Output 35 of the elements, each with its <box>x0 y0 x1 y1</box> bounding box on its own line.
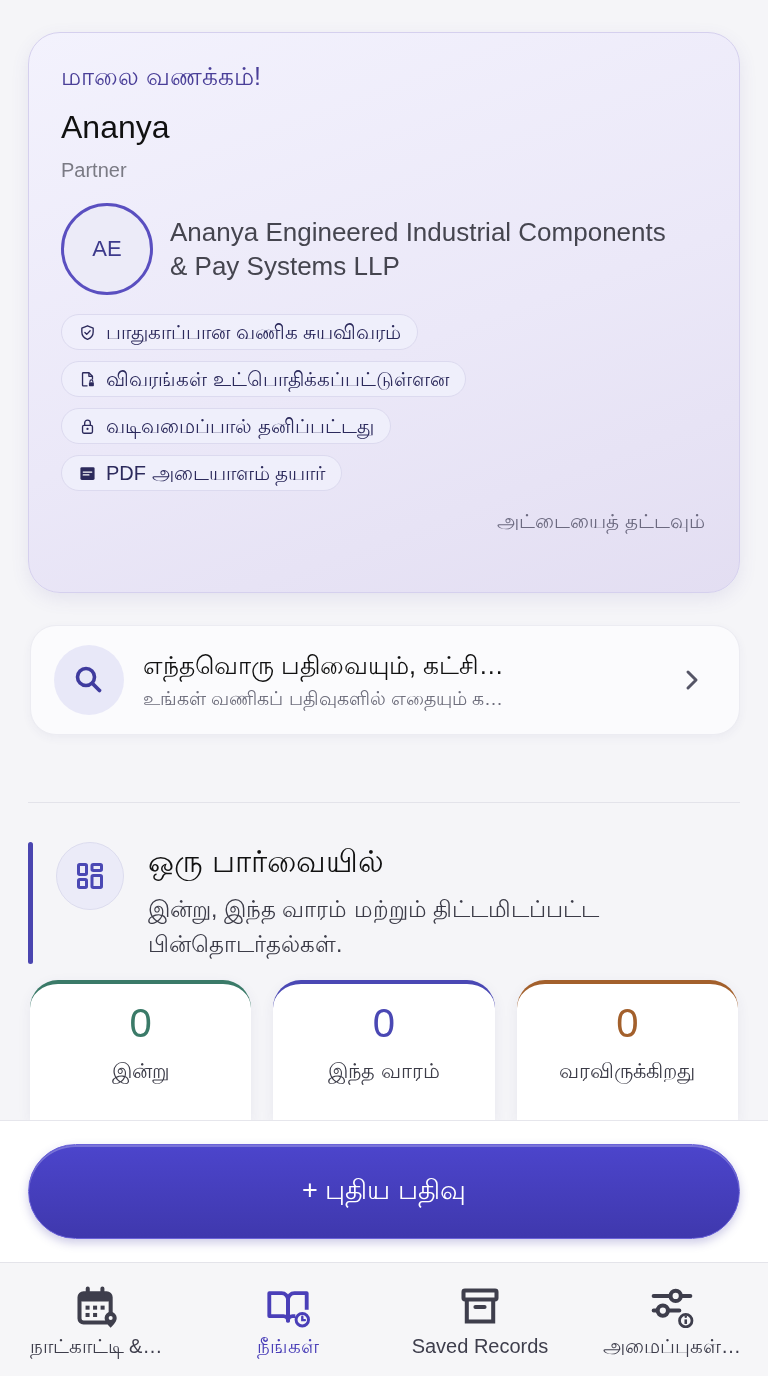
company-avatar: AE <box>61 203 153 295</box>
stat-value: 0 <box>372 1000 396 1047</box>
section-subtitle: இன்று, இந்த வாரம் மற்றும் திட்டமிடப்பட்ட பின்தொடர்தல்கள். <box>148 895 600 961</box>
chip-label: PDF அடையாளம் தயார் <box>106 461 326 486</box>
chevron-right-icon <box>685 669 699 692</box>
greeting-text: மாலை வணக்கம்! <box>61 61 262 92</box>
calendar-pin-icon <box>74 1284 118 1328</box>
section-title: ஒரு பார்வையில் <box>148 843 385 882</box>
search-subtitle: உங்கள் வணிகப் பதிவுகளில் எதையும் க… <box>143 687 505 713</box>
search-card[interactable]: எந்தவொரு பதிவையும், கட்சி… உங்கள் வணிகப் பதிவுகளில் எதையும் க… <box>30 625 740 736</box>
stat-label: வரவிருக்கிறது <box>559 1058 696 1086</box>
user-role: Partner <box>61 158 128 183</box>
search-icon <box>54 645 124 716</box>
chip-label: வடிவமைப்பால் தனிப்பட்டது <box>106 414 374 439</box>
company-name: Ananya Engineered Industrial Components & Pay Systems LLP <box>170 216 667 283</box>
stat-value: 0 <box>616 1000 639 1047</box>
chip-label: பாதுகாப்பான வணிக சுயவிவரம் <box>106 320 402 345</box>
user-name: Ananya <box>61 108 171 147</box>
new-record-button[interactable]: + புதிய பதிவு <box>28 1144 740 1239</box>
shield-check-icon <box>79 323 96 341</box>
profile-card[interactable] <box>28 32 740 593</box>
nav-tab[interactable]: அமைப்புகள்… <box>576 1263 768 1376</box>
search-title: எந்தவொரு பதிவையும், கட்சி… <box>143 650 505 683</box>
stat-label: இன்று <box>111 1058 170 1086</box>
lock-icon <box>79 417 96 435</box>
nav-tab[interactable]: நீங்கள் <box>192 1263 384 1376</box>
nav-tab[interactable]: நாட்காட்டி &… <box>0 1263 192 1376</box>
tap-hint: அட்டையைத் தட்டவும் <box>497 509 705 534</box>
stat-label: இந்த வாரம் <box>328 1056 440 1086</box>
file-tile-icon <box>79 464 96 482</box>
document-lock-icon <box>79 370 96 388</box>
stat-value: 0 <box>129 1000 152 1047</box>
nav-tab[interactable]: Saved Records <box>384 1263 576 1376</box>
chip-label: விவரங்கள் உட்பொதிக்கப்பட்டுள்ளன <box>106 367 449 392</box>
dashboard-grid-icon <box>56 842 124 910</box>
